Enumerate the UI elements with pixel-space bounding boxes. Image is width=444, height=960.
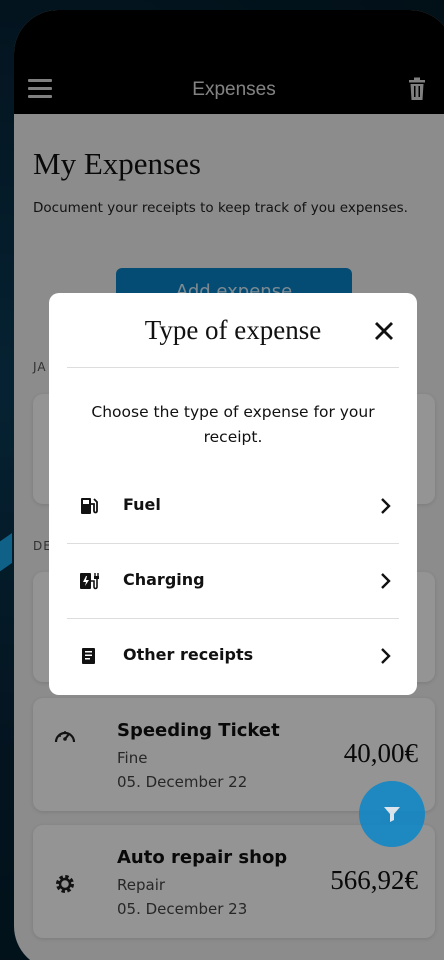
chevron-right-icon xyxy=(381,573,391,589)
chevron-right-icon xyxy=(381,498,391,514)
option-label: Charging xyxy=(123,570,205,589)
chevron-right-icon xyxy=(381,648,391,664)
option-label: Fuel xyxy=(123,495,161,514)
option-fuel[interactable]: Fuel xyxy=(67,469,399,544)
option-label: Other receipts xyxy=(123,645,254,664)
fuel-pump-icon xyxy=(81,498,98,514)
close-icon[interactable] xyxy=(373,320,395,342)
expense-type-dialog: Type of expense Choose the type of expen… xyxy=(49,293,417,695)
filter-icon xyxy=(384,807,400,822)
receipt-icon xyxy=(82,648,95,664)
filter-button[interactable] xyxy=(359,781,425,847)
ev-charging-icon xyxy=(80,573,99,590)
option-charging[interactable]: Charging xyxy=(67,544,399,619)
option-other-receipts[interactable]: Other receipts xyxy=(67,619,399,694)
dialog-title: Type of expense xyxy=(144,315,322,345)
dialog-description: Choose the type of expense for your rece… xyxy=(91,403,375,446)
dialog-divider xyxy=(67,367,399,368)
